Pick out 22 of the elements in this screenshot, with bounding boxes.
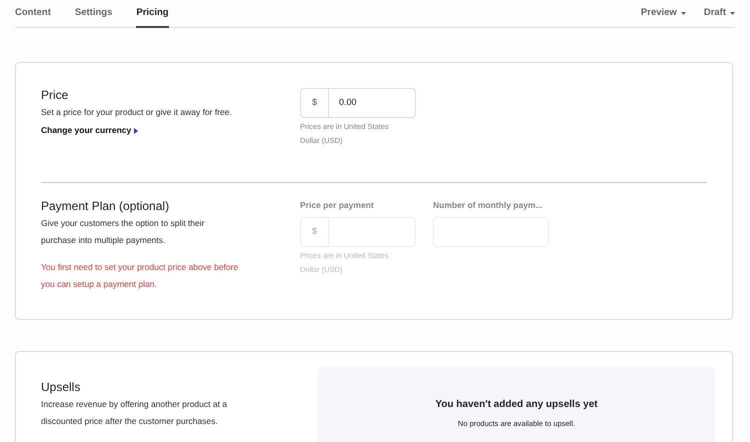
field-label: Number of monthly paym... bbox=[433, 199, 544, 212]
currency-addon: $ bbox=[300, 216, 329, 247]
currency-link[interactable]: Change your currency bbox=[41, 124, 138, 138]
section-title: Upsells bbox=[41, 380, 82, 394]
section-description: Increase revenue by offering another product at a discounted price after the customer purchases. bbox=[41, 398, 228, 428]
empty-title: You haven't added any upsells yet bbox=[435, 398, 598, 412]
tab[interactable]: Pricing bbox=[136, 0, 169, 28]
section-description: Give your customers the option to split their purchase into multiple payments. bbox=[41, 217, 206, 248]
tab[interactable]: Settings bbox=[74, 0, 112, 28]
warning-text: You first need to set your product price above before you can setup a payment plan. bbox=[41, 261, 240, 292]
dropdown-button[interactable]: Draft bbox=[704, 0, 735, 27]
caret-icon bbox=[730, 12, 735, 15]
section-description: Set a price for your product or give it away for free. bbox=[41, 106, 233, 120]
currency-addon: $ bbox=[300, 88, 329, 118]
section-title: Price bbox=[41, 88, 70, 102]
tab[interactable]: Content bbox=[15, 0, 51, 28]
dropdown-button[interactable]: Preview bbox=[640, 0, 686, 27]
caret-icon bbox=[680, 12, 686, 15]
price-field[interactable]: 0.00 bbox=[329, 88, 416, 118]
triangle-icon bbox=[134, 128, 138, 134]
field-label: Price per payment bbox=[300, 199, 375, 212]
section-title: Payment Plan (optional) bbox=[41, 199, 170, 214]
